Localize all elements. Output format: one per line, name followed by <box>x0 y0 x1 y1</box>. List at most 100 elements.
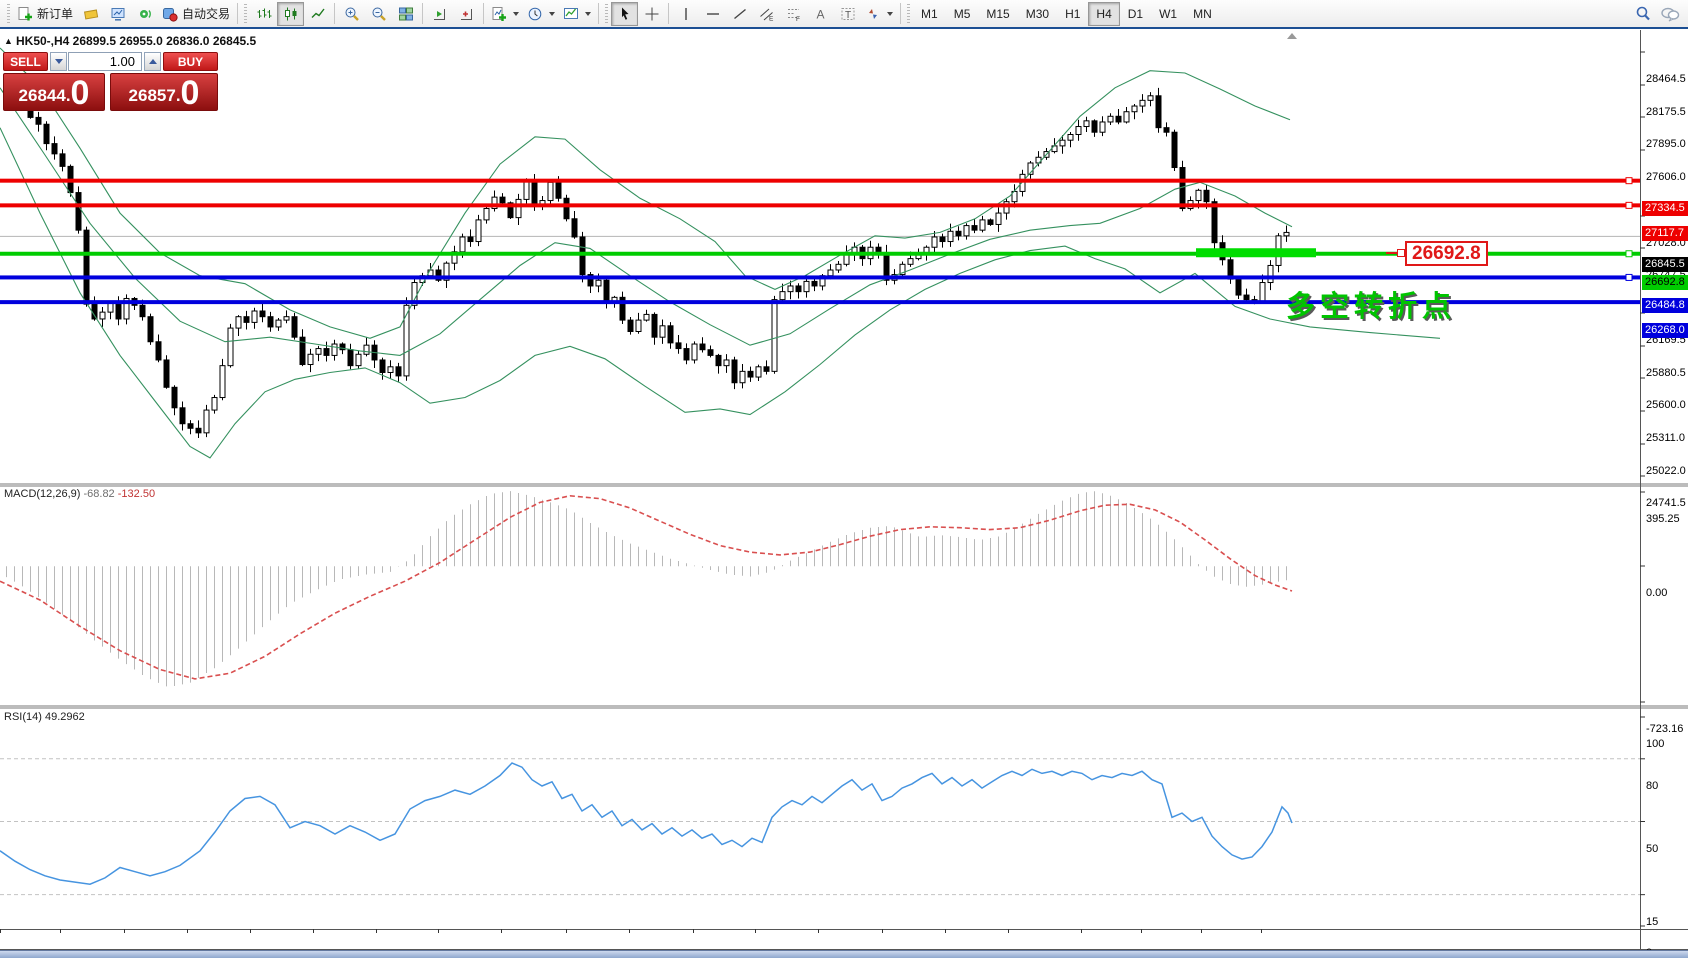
text-icon: A <box>816 7 824 21</box>
auto-trading-icon <box>163 7 178 22</box>
price-tick-label: -723.16 <box>1646 723 1684 735</box>
price-line-label: 26845.5 <box>1642 257 1688 272</box>
sound-alert-icon <box>139 9 151 18</box>
toolbar-separator <box>237 3 239 24</box>
buy-button[interactable]: BUY <box>163 52 218 71</box>
dropdown-caret-icon <box>513 11 520 16</box>
alerts-button[interactable] <box>131 2 158 26</box>
price-tick-label: 395.25 <box>1646 513 1680 525</box>
channel-tool-button[interactable]: E <box>753 2 780 26</box>
callout-connector-line <box>1386 252 1397 254</box>
new-order-icon <box>18 6 32 20</box>
auto-scroll-button[interactable] <box>426 2 453 26</box>
price-tick-label: 25311.0 <box>1646 432 1685 444</box>
zoom-in-icon <box>345 7 359 21</box>
search-button[interactable] <box>1629 2 1656 26</box>
fibonacci-tool-button[interactable]: F <box>780 2 807 26</box>
price-tick-label: 28464.5 <box>1646 73 1686 85</box>
chart-shift-marker[interactable] <box>1287 33 1297 39</box>
toolbar-separator <box>483 3 485 24</box>
bar-chart-button[interactable] <box>250 2 277 26</box>
crosshair-icon <box>645 7 659 20</box>
rsi-line <box>0 762 1293 885</box>
candlestick-chart-button[interactable] <box>277 1 305 26</box>
tile-windows-icon <box>398 7 413 20</box>
chart-shift-button[interactable] <box>453 2 480 26</box>
tile-windows-button[interactable] <box>392 2 419 26</box>
line-handle[interactable] <box>1625 177 1633 185</box>
price-callout-label[interactable]: 26692.8 <box>1405 241 1488 266</box>
highlight-zone[interactable] <box>1196 248 1316 258</box>
price-line-label: 26484.8 <box>1642 298 1688 313</box>
auto-scroll-icon <box>433 8 445 20</box>
volume-increase-button[interactable] <box>144 52 161 71</box>
price-tick-label: 25600.0 <box>1646 399 1686 411</box>
crosshair-tool-button[interactable] <box>638 2 665 26</box>
line-chart-icon <box>311 8 325 18</box>
timeframe-d1-button[interactable]: D1 <box>1120 2 1151 26</box>
price-tick-label: 25022.0 <box>1646 465 1686 477</box>
zoom-out-button[interactable] <box>365 2 392 26</box>
price-line-label: 27117.7 <box>1642 226 1688 241</box>
chart-canvas[interactable] <box>0 0 1688 958</box>
spin-up-icon <box>148 59 157 64</box>
toolbar-grip[interactable] <box>907 3 911 24</box>
callout-handle[interactable] <box>1397 249 1405 257</box>
volume-decrease-button[interactable] <box>50 52 67 71</box>
new-chart-button[interactable] <box>77 2 104 26</box>
vertical-line-tool-button[interactable] <box>672 2 699 26</box>
chat-button[interactable] <box>1656 2 1684 26</box>
toolbar-separator <box>334 3 336 24</box>
volume-input[interactable] <box>68 52 142 71</box>
arrows-tool-button[interactable] <box>861 2 897 26</box>
price-tick-label: 15 <box>1646 915 1659 928</box>
price-tick-label: 50 <box>1646 842 1659 855</box>
timeframe-mn-button[interactable]: MN <box>1185 2 1220 26</box>
label-tool-button[interactable]: T <box>834 2 861 26</box>
chart-annotation-text[interactable]: 多空转折点 <box>1286 283 1456 325</box>
toolbar-grip[interactable] <box>605 3 609 24</box>
profiles-button[interactable] <box>104 2 131 26</box>
sell-price-panel[interactable]: 26844. 0 <box>3 73 105 111</box>
indicators-button[interactable] <box>487 2 523 26</box>
dropdown-caret-icon <box>549 11 556 16</box>
hline-27334.5[interactable] <box>0 178 1640 183</box>
timeframe-h4-button[interactable]: H4 <box>1088 1 1120 26</box>
rsi-pane[interactable] <box>0 758 1640 896</box>
hline-27117.7[interactable] <box>0 203 1640 208</box>
line-handle[interactable] <box>1625 250 1633 258</box>
toolbar-grip[interactable] <box>7 3 10 24</box>
line-chart-button[interactable] <box>304 2 331 26</box>
cursor-tool-button[interactable] <box>611 1 639 26</box>
macd-main-value: -68.82 <box>83 488 115 500</box>
timeframe-m5-button[interactable]: M5 <box>946 2 979 26</box>
buy-price-panel[interactable]: 26857. 0 <box>110 73 218 111</box>
auto-trading-button[interactable]: 自动交易 <box>158 2 234 26</box>
horizontal-line-tool-button[interactable] <box>699 2 726 26</box>
collapse-panel-icon[interactable]: ▲ <box>4 36 13 46</box>
price-tick-label: 27606.0 <box>1646 171 1686 183</box>
templates-button[interactable] <box>559 2 595 26</box>
hline-26484.8[interactable] <box>0 275 1640 280</box>
line-handle[interactable] <box>1625 273 1633 281</box>
zoom-in-button[interactable] <box>338 2 365 26</box>
trading-app-window: 新订单 自动交易 E F A T M1 M5 M15 M30 H1 H4 D1 … <box>0 0 1688 958</box>
price-line-label: 26268.0 <box>1642 323 1688 338</box>
buy-price-int: 26857 <box>128 86 176 105</box>
trendline-tool-button[interactable] <box>726 2 753 26</box>
periods-button[interactable] <box>523 2 559 26</box>
timeframe-m15-button[interactable]: M15 <box>978 2 1017 26</box>
sell-button[interactable]: SELL <box>3 52 48 71</box>
timeframe-h1-button[interactable]: H1 <box>1057 2 1088 26</box>
macd-pane[interactable] <box>0 491 1293 687</box>
profiles-icon <box>111 7 125 21</box>
new-order-button[interactable]: 新订单 <box>13 2 77 26</box>
text-tool-button[interactable]: A <box>807 2 834 26</box>
timeframe-m1-button[interactable]: M1 <box>913 2 946 26</box>
text-label-icon: T <box>841 7 855 21</box>
timeframe-w1-button[interactable]: W1 <box>1151 2 1185 26</box>
timeframe-m30-button[interactable]: M30 <box>1018 2 1057 26</box>
spin-down-icon <box>54 59 63 64</box>
line-handle[interactable] <box>1625 201 1633 209</box>
toolbar-grip[interactable] <box>244 3 248 24</box>
